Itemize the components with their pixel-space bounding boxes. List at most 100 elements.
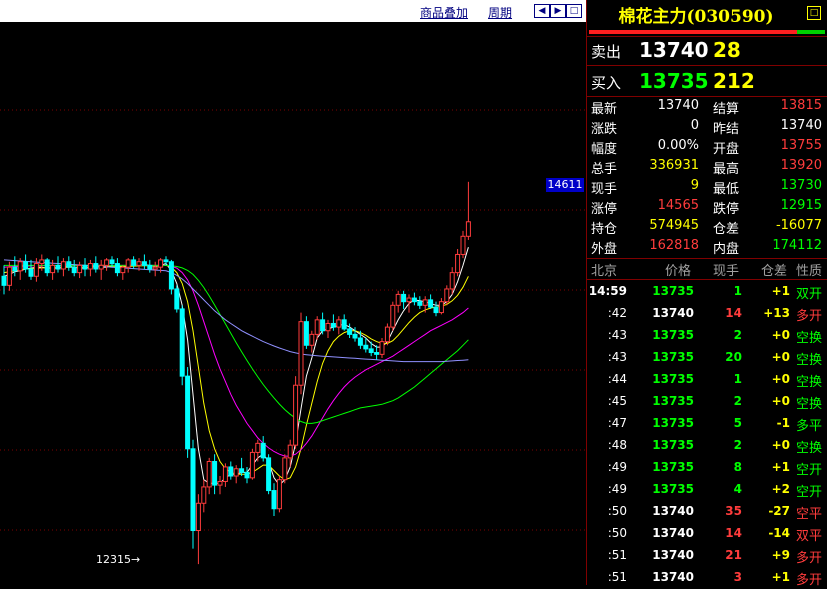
header-price: 价格 xyxy=(665,264,692,279)
tick-volume: 2 xyxy=(733,328,742,342)
tick-volume: 14 xyxy=(725,526,742,540)
tick-nature: 空换 xyxy=(796,397,823,412)
tick-row: :49 13735 4 +2 空开 xyxy=(587,479,827,501)
tick-price: 13735 xyxy=(652,482,694,496)
candlestick xyxy=(298,312,304,395)
period-link[interactable]: 周期 xyxy=(488,4,512,21)
arrow-left-icon[interactable]: ◀ xyxy=(534,4,550,18)
candlestick xyxy=(87,259,93,277)
expand-icon[interactable]: □ xyxy=(566,4,582,18)
stat-value: 574945 xyxy=(649,218,699,233)
stat-label: 现手 xyxy=(591,182,618,197)
tick-oi-change: +0 xyxy=(771,328,790,342)
tick-oi-change: +1 xyxy=(771,284,790,298)
stat-value: 0.00% xyxy=(657,138,699,153)
tick-nature: 双开 xyxy=(796,287,823,302)
stat-row: 外盘 162818 内盘 174112 xyxy=(587,238,827,258)
tick-time: :45 xyxy=(607,394,627,408)
candlestick xyxy=(82,258,88,277)
tick-price: 13735 xyxy=(652,460,694,474)
stat-value: 13740 xyxy=(780,118,822,133)
stat-label: 幅度 xyxy=(591,142,618,157)
tick-volume: 5 xyxy=(733,416,742,430)
tick-oi-change: +0 xyxy=(771,372,790,386)
tick-volume: 2 xyxy=(733,394,742,408)
stat-row: 总手 336931 最高 13920 xyxy=(587,158,827,178)
candlestick xyxy=(190,439,196,549)
stat-value: 13920 xyxy=(780,158,822,173)
candlestick xyxy=(179,305,185,386)
tick-nature: 空换 xyxy=(796,331,823,346)
tick-price: 13735 xyxy=(652,394,694,408)
candlestick xyxy=(55,256,61,273)
stat-value: 174112 xyxy=(772,238,822,253)
tick-nature: 空平 xyxy=(796,507,823,522)
tick-nature: 空换 xyxy=(796,441,823,456)
candlestick xyxy=(384,323,390,346)
tick-time: :43 xyxy=(607,350,627,364)
tick-time: :44 xyxy=(607,372,627,386)
buy-volume: 212 xyxy=(713,69,755,93)
tick-oi-change: +9 xyxy=(771,548,790,562)
menu-square-icon[interactable]: □ xyxy=(807,6,821,20)
tick-row: :48 13735 2 +0 空换 xyxy=(587,435,827,457)
stat-row: 最新 13740 结算 13815 xyxy=(587,98,827,118)
divider xyxy=(587,65,827,66)
stat-value: 9 xyxy=(690,178,699,193)
stat-label: 内盘 xyxy=(713,242,740,257)
tick-price: 13735 xyxy=(652,328,694,342)
tick-oi-change: +13 xyxy=(763,306,790,320)
tick-oi-change: -27 xyxy=(768,504,790,518)
buy-strength-bar xyxy=(797,30,825,34)
sell-strength-bar xyxy=(589,30,797,34)
tick-oi-change: +0 xyxy=(771,438,790,452)
candlestick xyxy=(282,454,288,484)
arrow-right-icon[interactable]: ▶ xyxy=(550,4,566,18)
candlestick xyxy=(222,463,228,487)
overlay-commodity-link[interactable]: 商品叠加 xyxy=(420,4,468,21)
buy-price: 13735 xyxy=(639,69,709,93)
tick-time: 14:59 xyxy=(588,284,627,298)
candlestick xyxy=(276,476,282,513)
tick-time: :51 xyxy=(607,548,627,562)
candlestick xyxy=(460,230,466,259)
tick-nature: 空开 xyxy=(796,463,823,478)
candlestick xyxy=(368,341,374,357)
candlestick xyxy=(336,316,342,335)
tick-row: :42 13740 14 +13 多开 xyxy=(587,303,827,325)
tick-volume: 20 xyxy=(725,350,742,364)
kline-chart-panel[interactable]: 商品叠加 周期 ◀ ▶ □ 14611 12315→ xyxy=(0,0,586,585)
candlestick xyxy=(417,296,423,309)
tick-volume: 8 xyxy=(733,460,742,474)
tick-price: 13735 xyxy=(652,416,694,430)
candlestick xyxy=(411,292,417,306)
candlestick xyxy=(244,466,250,484)
candlestick xyxy=(77,261,83,279)
candlestick xyxy=(401,290,407,309)
tick-time: :49 xyxy=(607,460,627,474)
tick-oi-change: +0 xyxy=(771,350,790,364)
candlestick xyxy=(98,259,104,280)
tick-nature: 多开 xyxy=(796,309,823,324)
tick-row: :43 13735 20 +0 空换 xyxy=(587,347,827,369)
candlestick xyxy=(293,376,299,449)
tick-oi-change: -14 xyxy=(768,526,790,540)
tick-nature: 空换 xyxy=(796,353,823,368)
tick-volume: 2 xyxy=(733,438,742,452)
kline-chart[interactable] xyxy=(0,22,586,585)
tick-oi-change: +2 xyxy=(771,482,790,496)
tick-oi-change: +0 xyxy=(771,394,790,408)
stat-label: 最高 xyxy=(713,162,740,177)
buy-label: 买入 xyxy=(591,74,622,92)
tick-row: :44 13735 1 +0 空换 xyxy=(587,369,827,391)
moving-average-line xyxy=(3,259,469,363)
tick-row: :50 13740 14 -14 双平 xyxy=(587,523,827,545)
tick-time: :49 xyxy=(607,482,627,496)
contract-title: 棉花主力(030590) xyxy=(618,7,774,27)
divider xyxy=(587,96,827,97)
sell-price: 13740 xyxy=(639,38,709,62)
candlestick xyxy=(266,454,272,495)
candlestick xyxy=(406,294,412,313)
tick-row: :51 13740 21 +9 多开 xyxy=(587,545,827,567)
candlestick xyxy=(131,256,137,269)
